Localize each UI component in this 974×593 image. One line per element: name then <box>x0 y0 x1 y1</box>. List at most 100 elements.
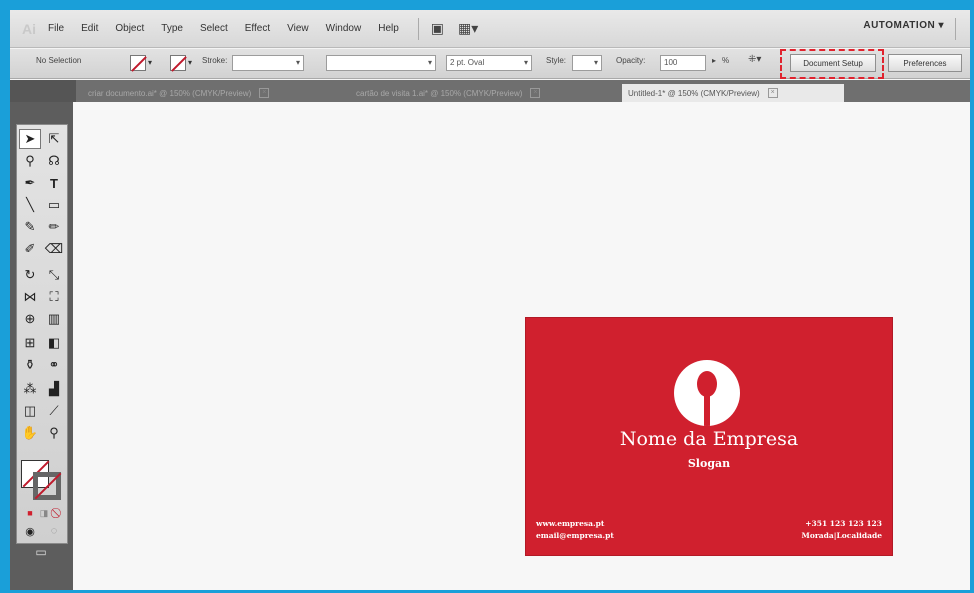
stroke-box[interactable] <box>33 472 61 500</box>
variable-width-dropdown-icon[interactable]: ▾ <box>428 58 432 67</box>
shape-builder-tool-icon[interactable]: ⊕ <box>19 309 41 329</box>
menu-separator <box>417 17 419 40</box>
stroke-swatch[interactable] <box>170 55 186 71</box>
graphic-style-field[interactable]: ▾ <box>572 55 602 71</box>
eyedropper-tool-icon[interactable]: ⚱ <box>19 355 41 375</box>
stroke-weight-dropdown-icon[interactable]: ▾ <box>296 58 300 67</box>
none-mode-icon[interactable]: ⃠ <box>47 503 69 523</box>
address-text: Morada|Localidade <box>801 531 882 540</box>
opacity-percent: % <box>722 56 730 65</box>
website-text: www.empresa.pt <box>536 519 605 528</box>
zoom-tool-icon[interactable]: ⚲ <box>43 423 65 443</box>
hand-tool-icon[interactable]: ✋ <box>19 423 41 443</box>
fill-swatch[interactable] <box>130 55 146 71</box>
business-card[interactable]: Nome da Empresa Slogan www.empresa.pt em… <box>526 318 892 555</box>
close-icon[interactable]: × <box>767 88 778 98</box>
tab-label: cartão de visita 1.ai* @ 150% (CMYK/Prev… <box>356 88 523 98</box>
screen-mode-icon[interactable]: ▭ <box>30 542 52 562</box>
menu-type[interactable]: Type <box>161 23 183 34</box>
menu-object[interactable]: Object <box>115 23 144 34</box>
opacity-field[interactable]: 100 <box>660 55 706 71</box>
panel-grip[interactable] <box>10 80 76 102</box>
selection-status: No Selection <box>36 56 82 65</box>
app-logo-icon: Ai <box>22 20 36 37</box>
free-transform-tool-icon[interactable]: ⛶ <box>43 287 65 307</box>
blend-tool-icon[interactable]: ⚭ <box>43 355 65 375</box>
document-tab-bar: criar documento.ai* @ 150% (CMYK/Preview… <box>10 80 970 102</box>
menu-select[interactable]: Select <box>200 23 228 34</box>
mesh-tool-icon[interactable]: ⊞ <box>19 333 41 353</box>
rotate-tool-icon[interactable]: ↻ <box>19 265 41 285</box>
brush-dropdown-icon[interactable]: ▾ <box>524 58 528 67</box>
perspective-grid-tool-icon[interactable]: ▥ <box>43 309 65 329</box>
scale-tool-icon[interactable]: ⤡ <box>43 265 65 285</box>
spoon-logo-svg <box>697 371 717 426</box>
spoon-logo-icon <box>674 360 740 426</box>
menu-edit[interactable]: Edit <box>81 23 98 34</box>
style-label: Style: <box>546 56 567 65</box>
recolor-icon[interactable]: ⁜▾ <box>748 54 761 65</box>
lasso-tool-icon[interactable]: ☊ <box>43 151 65 171</box>
rectangle-tool-icon[interactable]: ▭ <box>43 195 65 215</box>
menu-window[interactable]: Window <box>326 23 362 34</box>
tools-panel: ➤ ⇱ ⚲ ☊ ✒ T ╲ ▭ ✎ ✏ ✐ ⌫ ↻ ⤡ ⋈ ⛶ ⊕ ▥ ⊞ ◧ … <box>10 102 73 590</box>
draw-inside-icon[interactable]: ◌ <box>43 521 65 541</box>
graph-tool-icon[interactable]: ▟ <box>43 379 65 399</box>
opacity-value: 100 <box>664 58 678 67</box>
selection-tool-icon[interactable]: ➤ <box>19 129 41 149</box>
draw-mode-icon[interactable]: ◉ <box>19 521 41 541</box>
direct-selection-tool-icon[interactable]: ⇱ <box>43 129 65 149</box>
eraser-tool-icon[interactable]: ⌫ <box>43 239 65 259</box>
magic-wand-tool-icon[interactable]: ⚲ <box>19 151 41 171</box>
variable-width-field[interactable]: ▾ <box>326 55 436 71</box>
menu-effect[interactable]: Effect <box>245 23 270 34</box>
close-icon[interactable]: × <box>259 88 270 98</box>
gradient-tool-icon[interactable]: ◧ <box>43 333 65 353</box>
contact-left: www.empresa.pt email@empresa.pt <box>536 518 614 542</box>
tab-label: criar documento.ai* @ 150% (CMYK/Preview… <box>88 88 252 98</box>
opacity-arrow-icon[interactable]: ▸ <box>712 56 716 65</box>
close-icon[interactable]: × <box>530 88 541 98</box>
graphic-style-dropdown-icon[interactable]: ▾ <box>594 58 598 67</box>
contact-right: +351 123 123 123 Morada|Localidade <box>802 518 882 542</box>
company-name: Nome da Empresa <box>619 428 799 450</box>
opacity-label[interactable]: Opacity: <box>616 56 645 65</box>
tab-untitled-1[interactable]: Untitled-1* @ 150% (CMYK/Preview) × <box>622 84 844 102</box>
tab-cartao-de-visita[interactable]: cartão de visita 1.ai* @ 150% (CMYK/Prev… <box>350 84 616 102</box>
stroke-label: Stroke: <box>202 56 228 65</box>
illustrator-window: Ai File Edit Object Type Select Effect V… <box>10 10 970 590</box>
menu-help[interactable]: Help <box>378 23 399 34</box>
document-setup-highlight <box>780 49 884 79</box>
menu-view[interactable]: View <box>287 23 309 34</box>
workspace-switcher[interactable]: AUTOMATION ▾ <box>863 20 944 31</box>
brush-definition-value: 2 pt. Oval <box>450 58 485 67</box>
width-tool-icon[interactable]: ⋈ <box>19 287 41 307</box>
phone-text: +351 123 123 123 <box>805 519 882 528</box>
workspace-separator <box>955 18 956 40</box>
menu-file[interactable]: File <box>48 23 64 34</box>
symbol-sprayer-tool-icon[interactable]: ⁂ <box>19 379 41 399</box>
pen-tool-icon[interactable]: ✒ <box>19 173 41 193</box>
fill-stroke-control[interactable] <box>21 460 61 500</box>
arrange-documents-icon[interactable]: ▦▾ <box>458 20 478 37</box>
fill-dropdown-icon[interactable]: ▾ <box>148 58 152 67</box>
artboard-canvas[interactable]: Nome da Empresa Slogan www.empresa.pt em… <box>73 102 970 590</box>
slice-tool-icon[interactable]: ⟋ <box>43 401 65 421</box>
paintbrush-tool-icon[interactable]: ✎ <box>19 217 41 237</box>
menu-bar: Ai File Edit Object Type Select Effect V… <box>10 10 970 48</box>
company-slogan: Slogan <box>687 457 731 470</box>
tab-criar-documento[interactable]: criar documento.ai* @ 150% (CMYK/Preview… <box>82 84 344 102</box>
artboard-tool-icon[interactable]: ◫ <box>19 401 41 421</box>
toolbox: ➤ ⇱ ⚲ ☊ ✒ T ╲ ▭ ✎ ✏ ✐ ⌫ ↻ ⤡ ⋈ ⛶ ⊕ ▥ ⊞ ◧ … <box>16 124 68 544</box>
bridge-icon[interactable]: ▣ <box>431 20 444 37</box>
line-tool-icon[interactable]: ╲ <box>19 195 41 215</box>
brush-definition-field[interactable]: 2 pt. Oval ▾ <box>446 55 532 71</box>
pencil-tool-icon[interactable]: ✏ <box>43 217 65 237</box>
tab-label: Untitled-1* @ 150% (CMYK/Preview) <box>628 88 760 98</box>
stroke-weight-field[interactable]: ▾ <box>232 55 304 71</box>
blob-brush-tool-icon[interactable]: ✐ <box>19 239 41 259</box>
preferences-button[interactable]: Preferences <box>888 54 962 72</box>
email-text: email@empresa.pt <box>536 531 614 540</box>
type-tool-icon[interactable]: T <box>43 173 65 193</box>
stroke-dropdown-icon[interactable]: ▾ <box>188 58 192 67</box>
